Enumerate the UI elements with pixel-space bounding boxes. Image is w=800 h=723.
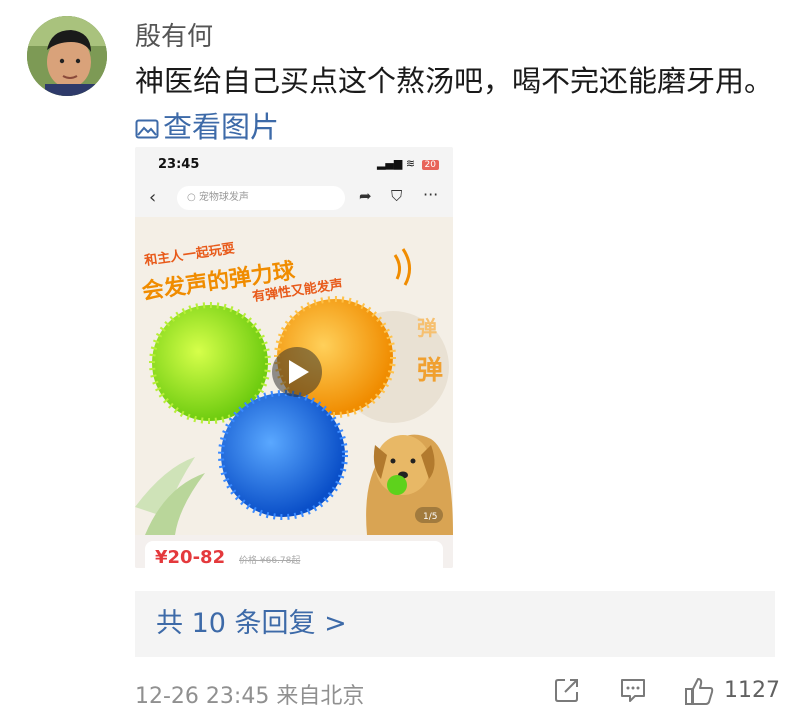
view-image-link[interactable]: 查看图片 [135,110,279,144]
like-button[interactable] [684,676,716,710]
view-replies-button[interactable]: 共 10 条回复 > [135,591,775,657]
like-icon [685,678,714,705]
status-icons: ▂▄▆ ≋ 20 [377,157,439,170]
like-count: 1127 [724,678,780,703]
comment-icon [621,679,645,702]
more-icon: ··· [423,185,439,204]
cart-icon: ⛉ [391,187,403,205]
image-counter: 1/5 [423,512,437,522]
product-illustration: 和主人一起玩耍 会发声的弹力球 有弹性又能发声 弹 弹 1/5 [135,217,453,535]
wifi-icon: ≋ [405,157,416,170]
banner-side-1: 弹 [417,316,437,340]
share-icon [555,679,578,702]
battery-icon: 20 [421,160,439,170]
attached-image[interactable]: 23:45 ▂▄▆ ≋ 20 ‹ ○ 宠物球发声 ➦ ⛉ ··· 和主人一起玩耍… [135,147,453,568]
shop-search-text: 宠物球发声 [198,192,249,203]
signal-icon: ▂▄▆ [376,157,403,170]
avatar[interactable] [27,16,107,96]
back-icon: ‹ [149,187,157,208]
view-image-label: 查看图片 [163,110,280,144]
price-card: ¥20-82 价格 ¥66.78起 [145,541,443,568]
original-price: 价格 ¥66.78起 [239,556,301,566]
comment-location: 来自北京 [276,684,365,709]
comment-time: 12-26 23:45 [135,684,270,709]
image-icon [135,106,159,139]
phone-status-bar: 23:45 ▂▄▆ ≋ 20 [135,147,453,181]
price-bar: ¥20-82 价格 ¥66.78起 [135,535,453,568]
comment-meta: 12-26 23:45 来自北京 [135,678,364,710]
product-image: 和主人一起玩耍 会发声的弹力球 有弹性又能发声 弹 弹 1/5 [135,217,453,535]
comment-body: 神医给自己买点这个熬汤吧，喝不完还能磨牙用。 查看图片 [135,58,775,150]
comment-button[interactable] [619,676,647,708]
share-button[interactable] [553,676,581,708]
shop-search-box: ○ 宠物球发声 [177,186,345,210]
share-icon-small: ➦ [359,187,372,205]
search-icon: ○ [187,192,199,203]
shop-nav-bar: ‹ ○ 宠物球发声 ➦ ⛉ ··· [135,181,453,217]
price: ¥20-82 [155,547,226,568]
comment-text: 神医给自己买点这个熬汤吧，喝不完还能磨牙用。 [135,64,774,98]
status-time: 23:45 [158,157,200,172]
username[interactable]: 殷有何 [135,16,213,53]
banner-side-2: 弹 [417,356,443,386]
avatar-image [27,16,107,96]
